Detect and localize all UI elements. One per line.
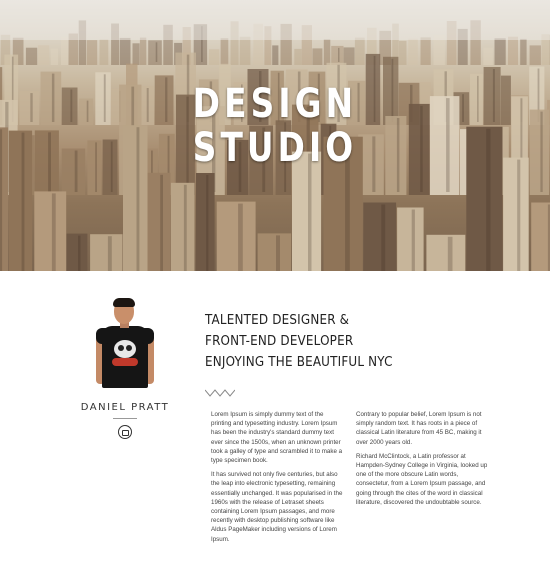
paragraph: Richard McClintock, a Latin professor at… xyxy=(356,452,488,506)
headline-line2: FRONT-END DEVELOPER xyxy=(205,334,354,349)
hero-banner: DESIGN STUDIO xyxy=(0,0,550,271)
name-divider xyxy=(113,418,137,419)
headline-line1: TALENTED DESIGNER & xyxy=(205,313,350,328)
headline-line3: ENJOYING THE BEAUTIFUL NYC xyxy=(205,355,393,370)
hero-title-line1: DESIGN xyxy=(192,81,358,127)
avatar xyxy=(95,296,155,396)
headline: TALENTED DESIGNER & FRONT-END DEVELOPER … xyxy=(205,310,499,373)
hero-title-line2: STUDIO xyxy=(192,125,358,171)
profile-card: DANIEL PRATT xyxy=(70,296,180,444)
zigzag-divider-icon xyxy=(205,389,235,397)
camera-icon[interactable] xyxy=(118,425,132,439)
paragraph: It has survived not only five centuries,… xyxy=(211,471,343,543)
paragraph: Contrary to popular belief, Lorem Ipsum … xyxy=(356,411,482,446)
text-column-right: Contrary to popular belief, Lorem Ipsum … xyxy=(356,410,489,512)
profile-name: DANIEL PRATT xyxy=(80,402,170,413)
paragraph: Lorem Ipsum is simply dummy text of the … xyxy=(211,411,343,465)
text-column-left: Lorem Ipsum is simply dummy text of the … xyxy=(211,410,344,549)
